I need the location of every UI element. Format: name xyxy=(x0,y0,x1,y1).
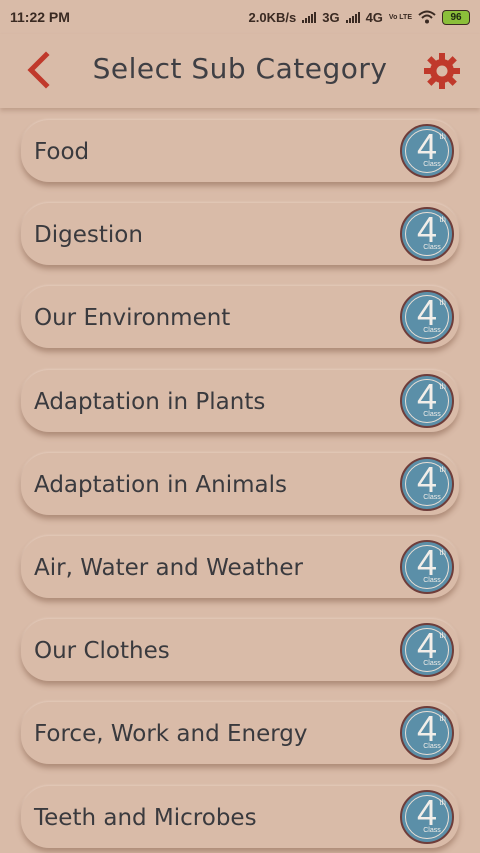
badge-suffix: th xyxy=(439,298,446,308)
signal-icon xyxy=(302,11,317,23)
class-badge-icon: 4th Class xyxy=(400,124,454,178)
list-item-label: Our Clothes xyxy=(34,638,170,665)
class-badge-icon: 4th Class xyxy=(400,789,454,844)
page-title: Select Sub Category xyxy=(92,52,388,85)
list-item[interactable]: Air, Water and Weather 4th Class xyxy=(21,536,459,598)
list-item[interactable]: Our Environment 4th Class xyxy=(21,286,459,349)
badge-word: Class xyxy=(423,743,441,751)
badge-word: Class xyxy=(423,410,441,418)
list-item[interactable]: Food 4th Class xyxy=(21,120,459,182)
list-item-label: Food xyxy=(34,139,90,165)
badge-word: Class xyxy=(423,826,441,834)
signal-icon xyxy=(345,11,360,23)
badge-suffix: th xyxy=(439,714,446,724)
badge-suffix: th xyxy=(439,631,446,641)
chevron-left-icon xyxy=(27,51,50,89)
class-badge-icon: 4th Class xyxy=(400,373,454,428)
badge-suffix: th xyxy=(439,381,446,391)
list-item-label: Our Environment xyxy=(34,305,231,332)
list-item-label: Digestion xyxy=(34,222,143,249)
badge-suffix: th xyxy=(439,132,446,141)
network-type-1: 3G xyxy=(322,9,340,25)
network-speed: 2.0KB/s xyxy=(248,9,297,25)
list-item[interactable]: Our Clothes 4th Class xyxy=(21,619,459,682)
badge-suffix: th xyxy=(439,548,446,557)
network-type-2: 4G xyxy=(365,9,383,25)
class-badge-icon: 4th Class xyxy=(400,290,454,345)
list-item[interactable]: Force, Work and Energy 4th Class xyxy=(21,702,459,765)
badge-word: Class xyxy=(423,327,441,335)
list-item-label: Adaptation in Animals xyxy=(34,471,287,498)
battery-icon: 96 xyxy=(442,9,470,25)
class-badge-icon: 4th Class xyxy=(400,207,454,262)
class-badge-icon: 4th Class xyxy=(400,456,454,511)
gear-icon xyxy=(424,53,460,89)
volte-icon: Vo LTE xyxy=(388,13,412,21)
list-item[interactable]: Teeth and Microbes 4th Class xyxy=(21,785,459,848)
status-bar: 11:22 PM 2.0KB/s 3G 4G Vo LTE 96 xyxy=(0,0,480,34)
badge-word: Class xyxy=(423,244,441,252)
badge-word: Class xyxy=(423,161,441,168)
badge-word: Class xyxy=(423,660,441,668)
list-item-label: Force, Work and Energy xyxy=(34,721,308,748)
wifi-icon xyxy=(418,10,436,24)
class-badge-icon: 4th Class xyxy=(400,706,454,761)
class-badge-icon: 4th Class xyxy=(400,540,454,594)
list-item-label: Teeth and Microbes xyxy=(34,804,257,831)
list-item-label: Air, Water and Weather xyxy=(34,555,303,581)
badge-word: Class xyxy=(423,577,441,584)
status-time: 11:22 PM xyxy=(10,9,70,25)
class-badge-icon: 4th Class xyxy=(400,623,454,678)
badge-word: Class xyxy=(423,493,441,501)
badge-suffix: th xyxy=(439,464,446,474)
list-item[interactable]: Adaptation in Plants 4th Class xyxy=(21,369,459,432)
badge-suffix: th xyxy=(439,215,446,225)
status-indicators: 2.0KB/s 3G 4G Vo LTE 96 xyxy=(248,9,470,25)
settings-button[interactable] xyxy=(420,50,464,92)
list-item[interactable]: Adaptation in Animals 4th Class xyxy=(21,452,459,515)
app-header: Select Sub Category xyxy=(0,34,480,108)
list-item[interactable]: Digestion 4th Class xyxy=(21,203,459,266)
list-item-label: Adaptation in Plants xyxy=(34,388,266,415)
back-button[interactable] xyxy=(20,50,56,90)
badge-suffix: th xyxy=(439,797,446,807)
